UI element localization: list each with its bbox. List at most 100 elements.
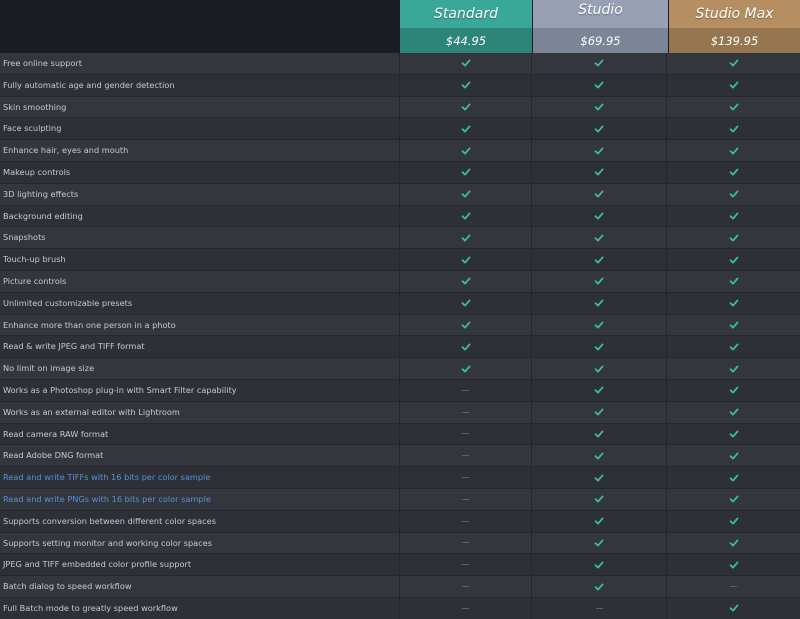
checkmark-icon (461, 256, 470, 264)
availability-cell (400, 161, 532, 183)
table-row: Read and write PNGs with 16 bits per col… (0, 488, 800, 511)
availability-cell (532, 597, 667, 619)
dash-icon (462, 520, 469, 522)
checkmark-icon (729, 190, 738, 198)
table-row: Supports conversion between different co… (0, 510, 800, 533)
table-row: Read Adobe DNG format (0, 445, 800, 468)
checkmark-icon (594, 103, 604, 111)
availability-cell (667, 554, 800, 575)
table-row: Read & write JPEG and TIFF format (0, 336, 800, 359)
table-row: Read and write TIFFs with 16 bits per co… (0, 467, 800, 489)
checkmark-icon (729, 386, 738, 394)
feature-label: Batch dialog to speed workflow (0, 576, 400, 597)
table-row: 3D lighting effects (0, 183, 800, 206)
availability-cell (667, 380, 800, 401)
availability-cell (532, 532, 667, 554)
feature-label: Supports conversion between different co… (0, 510, 400, 532)
checkmark-icon (594, 234, 604, 242)
availability-cell (400, 532, 532, 554)
checkmark-icon (729, 234, 738, 242)
checkmark-icon (461, 147, 470, 155)
availability-cell (532, 140, 667, 161)
availability-cell (667, 511, 800, 532)
availability-cell (532, 423, 667, 445)
checkmark-icon (594, 277, 604, 285)
feature-link[interactable]: Read and write PNGs with 16 bits per col… (0, 488, 400, 510)
checkmark-icon (729, 125, 738, 133)
dash-icon (462, 477, 469, 479)
checkmark-icon (461, 277, 470, 285)
dash-icon (462, 542, 469, 544)
checkmark-icon (594, 474, 604, 482)
checkmark-icon (729, 474, 738, 482)
availability-cell (400, 314, 532, 336)
feature-link[interactable]: Read and write TIFFs with 16 bits per co… (0, 467, 400, 488)
checkmark-icon (729, 365, 738, 373)
checkmark-icon (594, 495, 604, 503)
plan-header-standard: Standard (400, 0, 532, 28)
availability-cell (667, 293, 800, 314)
table-row: Works as a Photoshop plug-in with Smart … (0, 379, 800, 402)
availability-cell (532, 467, 667, 488)
feature-label: Unlimited customizable presets (0, 292, 400, 314)
plan-price-studio-max: $139.95 (669, 28, 800, 53)
feature-label: Snapshots (0, 227, 400, 249)
checkmark-icon (729, 408, 738, 416)
checkmark-icon (461, 234, 470, 242)
feature-label: Works as an external editor with Lightro… (0, 401, 400, 423)
availability-cell (532, 270, 667, 292)
checkmark-icon (594, 168, 604, 176)
availability-cell (667, 402, 800, 423)
availability-cell (400, 118, 532, 140)
checkmark-icon (461, 299, 470, 307)
checkmark-icon (729, 59, 738, 67)
feature-label: Face sculpting (0, 118, 400, 140)
availability-cell (532, 379, 667, 401)
feature-label: Enhance more than one person in a photo (0, 314, 400, 336)
checkmark-icon (461, 125, 470, 133)
plan-price-standard: $44.95 (400, 28, 532, 53)
checkmark-icon (461, 59, 470, 67)
availability-cell (667, 424, 800, 445)
checkmark-icon (461, 212, 470, 220)
checkmark-icon (594, 299, 604, 307)
availability-cell (532, 314, 667, 336)
checkmark-icon (461, 81, 470, 89)
availability-cell (400, 205, 532, 227)
table-row: Enhance hair, eyes and mouth (0, 140, 800, 162)
table-row: Batch dialog to speed workflow (0, 576, 800, 598)
availability-cell (400, 423, 532, 445)
table-row: JPEG and TIFF embedded color profile sup… (0, 554, 800, 577)
checkmark-icon (729, 604, 738, 612)
checkmark-icon (594, 147, 604, 155)
table-row: No limit on image size (0, 358, 800, 380)
checkmark-icon (461, 190, 470, 198)
availability-cell (532, 292, 667, 314)
availability-cell (667, 336, 800, 357)
checkmark-icon (729, 212, 738, 220)
checkmark-icon (729, 168, 738, 176)
feature-label: Read & write JPEG and TIFF format (0, 336, 400, 358)
availability-cell (400, 336, 532, 358)
checkmark-icon (729, 321, 738, 329)
availability-cell (667, 315, 800, 336)
dash-icon (462, 433, 469, 435)
dash-icon (462, 389, 469, 391)
availability-cell (532, 358, 667, 379)
checkmark-icon (461, 103, 470, 111)
availability-cell (400, 576, 532, 597)
checkmark-icon (729, 452, 738, 460)
availability-cell (667, 140, 800, 161)
checkmark-icon (729, 343, 738, 351)
availability-cell (667, 206, 800, 227)
checkmark-icon (729, 495, 738, 503)
availability-cell (667, 97, 800, 118)
availability-cell (400, 53, 532, 74)
feature-label: 3D lighting effects (0, 183, 400, 205)
availability-cell (532, 118, 667, 140)
checkmark-icon (729, 299, 738, 307)
checkmark-icon (594, 190, 604, 198)
dash-icon (462, 564, 469, 566)
checkmark-icon (594, 343, 604, 351)
feature-label: Skin smoothing (0, 96, 400, 118)
